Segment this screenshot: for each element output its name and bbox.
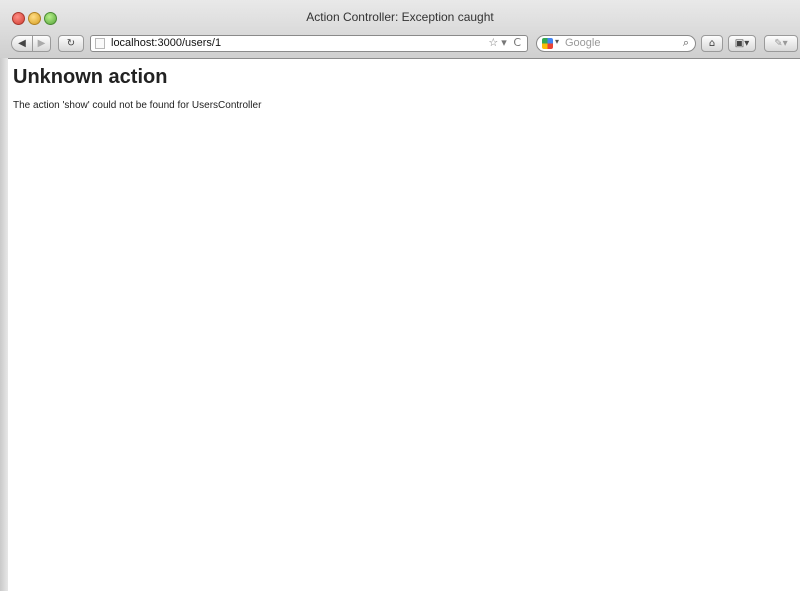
window-title: Action Controller: Exception caught — [306, 10, 494, 24]
search-bar[interactable]: ▾ Google ⌕ — [536, 35, 696, 52]
toolbar-extra-button[interactable]: ✎▾ — [764, 35, 798, 52]
search-icon[interactable]: ⌕ — [683, 36, 689, 50]
page-favicon-icon — [95, 38, 105, 49]
search-input[interactable]: Google — [565, 37, 600, 49]
search-engine-caret-icon[interactable]: ▾ — [555, 37, 559, 46]
address-bar[interactable]: localhost:3000/users/1 ☆ ▾ C — [90, 35, 528, 52]
search-engine-icon[interactable] — [542, 38, 553, 49]
url-history-dropdown-icon[interactable]: ▾ — [501, 36, 507, 49]
home-icon: ⌂ — [708, 38, 716, 49]
reload-button[interactable]: ↻ — [58, 35, 84, 52]
error-message: The action 'show' could not be found for… — [13, 100, 262, 111]
url-text[interactable]: localhost:3000/users/1 — [111, 37, 221, 49]
forward-arrow-icon: ▶ — [37, 38, 46, 49]
back-arrow-icon: ◀ — [18, 38, 26, 49]
home-button[interactable]: ⌂ — [701, 35, 723, 52]
bookmarks-icon: ▣▾ — [734, 38, 750, 49]
page-title: Unknown action — [13, 66, 168, 88]
address-bar-icons: ☆ ▾ C — [485, 36, 521, 49]
bookmark-star-icon[interactable]: ☆ — [488, 36, 498, 49]
reload-icon: ↻ — [66, 38, 76, 49]
pencil-icon: ✎▾ — [774, 38, 788, 49]
back-button[interactable]: ◀ — [11, 35, 33, 52]
window-left-edge — [0, 58, 8, 591]
refresh-icon[interactable]: C — [513, 36, 521, 49]
bookmarks-button[interactable]: ▣▾ — [728, 35, 756, 52]
browser-window: Action Controller: Exception caught ◀ ▶ … — [0, 0, 800, 591]
browser-titlebar: Action Controller: Exception caught ◀ ▶ … — [0, 0, 800, 59]
page-content: Unknown action The action 'show' could n… — [13, 66, 790, 111]
forward-button[interactable]: ▶ — [33, 35, 51, 52]
